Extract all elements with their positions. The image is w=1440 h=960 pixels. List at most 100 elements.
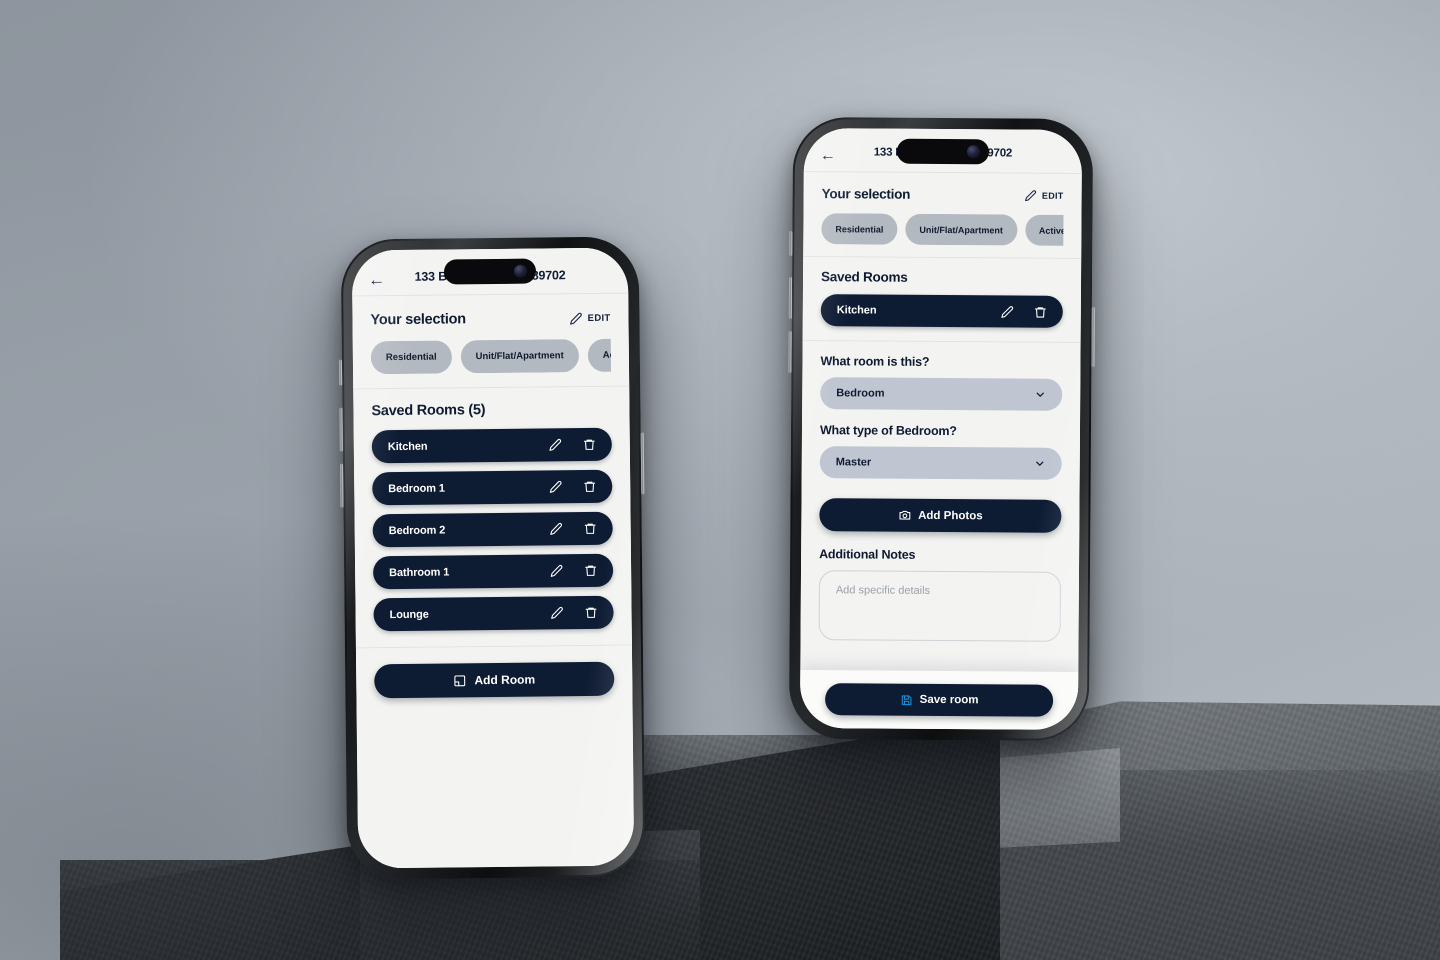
saved-rooms-title: Saved Rooms (5) [371, 402, 486, 420]
trash-icon [585, 607, 597, 618]
saved-rooms-section: Saved Rooms Kitchen [802, 257, 1082, 343]
front-camera-lens [966, 145, 980, 159]
floor-plan-icon [454, 674, 466, 686]
room-name: Lounge [389, 608, 429, 621]
edit-room-button[interactable] [551, 606, 564, 619]
add-photos-button[interactable]: Add Photos [819, 498, 1062, 533]
bedroom-type-value: Master [835, 456, 872, 469]
room-list-item[interactable]: Bedroom 2 [372, 511, 613, 548]
edit-selection-button[interactable]: EDIT [570, 311, 611, 325]
phone-left-screen: ← 133 Bateman St, NV 89702 Your selectio… [351, 247, 635, 869]
app-right: ← 133 Bateman St, NV 89702 Your selectio… [799, 128, 1083, 730]
room-name: Bathroom 1 [389, 565, 450, 579]
additional-notes-placeholder: Add specific details [835, 584, 931, 597]
volume-up-button[interactable] [788, 276, 793, 319]
room-list-item[interactable]: Lounge [373, 595, 614, 632]
room-list-item[interactable]: Bathroom 1 [372, 553, 614, 590]
pencil-icon [551, 606, 563, 619]
chip-unit-flat-apartment[interactable]: Unit/Flat/Apartment [905, 213, 1018, 246]
chip-residential[interactable]: Residential [821, 213, 898, 245]
room-list-item[interactable]: Kitchen [371, 427, 612, 464]
chip-residential[interactable]: Residential [370, 340, 452, 375]
edit-room-button[interactable] [549, 438, 562, 451]
additional-notes-title: Additional Notes [819, 547, 916, 562]
power-button[interactable] [1091, 307, 1095, 368]
trash-icon [583, 439, 595, 450]
saved-rooms-title: Saved Rooms [821, 269, 908, 285]
pencil-icon [549, 438, 562, 451]
pencil-icon [550, 522, 562, 535]
add-photos-section: Add Photos [801, 486, 1080, 545]
your-selection-title: Your selection [370, 311, 466, 329]
trash-icon [1034, 306, 1046, 318]
pencil-icon [549, 480, 562, 493]
room-form-section: What room is this? Bedroom What type of … [801, 341, 1081, 488]
your-selection-section: Your selection EDIT Residential Unit/Fla… [803, 172, 1082, 259]
room-list-item[interactable]: Kitchen [820, 294, 1063, 328]
room-name: Bedroom 1 [388, 482, 445, 495]
app-left: ← 133 Bateman St, NV 89702 Your selectio… [351, 247, 635, 869]
bedroom-type-select[interactable]: Master [819, 446, 1062, 480]
edit-room-button[interactable] [550, 522, 563, 535]
room-name: Bedroom 2 [388, 523, 446, 537]
chevron-down-icon [1036, 461, 1044, 466]
room-question-label: What room is this? [820, 354, 930, 369]
front-camera-lens [513, 264, 528, 278]
volume-up-button[interactable] [339, 407, 343, 452]
delete-room-button[interactable] [1034, 305, 1047, 318]
delete-room-button[interactable] [583, 438, 596, 451]
saved-rooms-section: Saved Rooms (5) Kitchen Bedroom 1 Bedroo… [353, 386, 632, 649]
volume-down-button[interactable] [788, 330, 792, 373]
edit-label: EDIT [587, 312, 611, 324]
edit-room-button[interactable] [1001, 305, 1014, 318]
delete-room-button[interactable] [583, 480, 596, 493]
save-room-label: Save room [919, 693, 979, 707]
mute-switch[interactable] [338, 359, 343, 386]
pencil-icon [570, 312, 582, 325]
delete-room-button[interactable] [584, 522, 597, 535]
camera-icon [899, 510, 911, 520]
arrow-left-icon[interactable]: ← [820, 147, 836, 164]
edit-selection-button[interactable]: EDIT [1025, 189, 1064, 201]
edit-room-button[interactable] [549, 480, 562, 493]
selection-chips: Residential Unit/Flat/Apartment Active I… [821, 213, 1064, 246]
room-name: Kitchen [836, 304, 877, 317]
trash-icon [585, 565, 597, 576]
chip-active[interactable]: Active [1024, 214, 1064, 246]
selection-chips: Residential Unit/Flat/Apartment Active I… [370, 338, 612, 375]
dynamic-island [443, 258, 537, 285]
pencil-icon [1025, 189, 1037, 201]
room-name: Kitchen [387, 440, 428, 453]
volume-down-button[interactable] [340, 463, 344, 508]
chip-unit-flat-apartment[interactable]: Unit/Flat/Apartment [460, 339, 579, 374]
edit-label: EDIT [1041, 190, 1064, 201]
chevron-down-icon [1036, 392, 1044, 397]
pencil-icon [1001, 305, 1014, 318]
mute-switch[interactable] [789, 230, 793, 256]
trash-icon [584, 523, 596, 534]
additional-notes-input[interactable]: Add specific details [818, 570, 1062, 642]
power-button[interactable] [640, 432, 645, 495]
delete-room-button[interactable] [585, 606, 598, 619]
delete-room-button[interactable] [584, 564, 597, 577]
save-room-footer: Save room [799, 670, 1079, 730]
phone-right: ← 133 Bateman St, NV 89702 Your selectio… [788, 116, 1095, 742]
mockup-scene: ← 133 Bateman St, NV 89702 Your selectio… [0, 0, 1440, 960]
your-selection-section: Your selection EDIT Residential Unit/Fla… [352, 293, 630, 390]
additional-notes-section: Additional Notes Add specific details [800, 543, 1080, 642]
edit-room-button[interactable] [550, 564, 563, 577]
pencil-icon [550, 564, 563, 577]
bedroom-type-question-label: What type of Bedroom? [819, 423, 957, 439]
room-type-value: Bedroom [836, 387, 885, 400]
add-room-button[interactable]: Add Room [374, 661, 615, 699]
dynamic-island [896, 138, 990, 165]
trash-icon [584, 481, 596, 492]
chip-active[interactable]: Active [587, 338, 612, 372]
add-photos-label: Add Photos [918, 509, 983, 522]
room-type-select[interactable]: Bedroom [820, 377, 1063, 411]
save-room-button[interactable]: Save room [824, 683, 1054, 717]
room-list-item[interactable]: Bedroom 1 [372, 469, 613, 506]
phone-right-screen: ← 133 Bateman St, NV 89702 Your selectio… [799, 128, 1083, 730]
floppy-disk-icon [901, 694, 912, 705]
arrow-left-icon[interactable]: ← [368, 270, 385, 289]
